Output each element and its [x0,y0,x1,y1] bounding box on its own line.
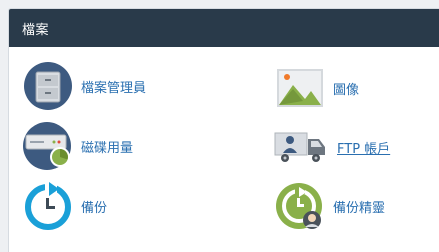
backup-wizard-link[interactable]: 備份精靈 [275,181,385,231]
file-manager-link[interactable]: 檔案管理員 [23,61,146,111]
images-label: 圖像 [333,82,360,98]
backup-wizard-label: 備份精靈 [333,200,386,216]
files-panel: 檔案 檔案管理員 圖像 磁碟用量 FTP 帳戶 備份 備份精靈 [8,8,439,252]
files-items-grid: 檔案管理員 圖像 磁碟用量 FTP 帳戶 備份 備份精靈 [9,47,439,252]
images-link[interactable]: 圖像 [275,63,359,113]
ftp-accounts-label: FTP 帳戶 [337,141,391,157]
panel-header: 檔案 [9,9,439,47]
backup-label: 備份 [81,200,108,216]
backup-link[interactable]: 備份 [23,181,107,231]
disk-usage-label: 磁碟用量 [81,140,134,156]
file-cabinet-icon [24,62,72,110]
disk-usage-icon [23,122,71,170]
file-manager-label: 檔案管理員 [81,80,147,96]
image-icon [277,69,323,107]
backup-wizard-icon [276,183,322,229]
ftp-truck-icon [274,132,325,162]
disk-usage-link[interactable]: 磁碟用量 [23,121,133,171]
panel-title: 檔案 [22,22,50,38]
backup-clock-icon [25,182,71,230]
ftp-accounts-link[interactable]: FTP 帳戶 [273,127,390,167]
